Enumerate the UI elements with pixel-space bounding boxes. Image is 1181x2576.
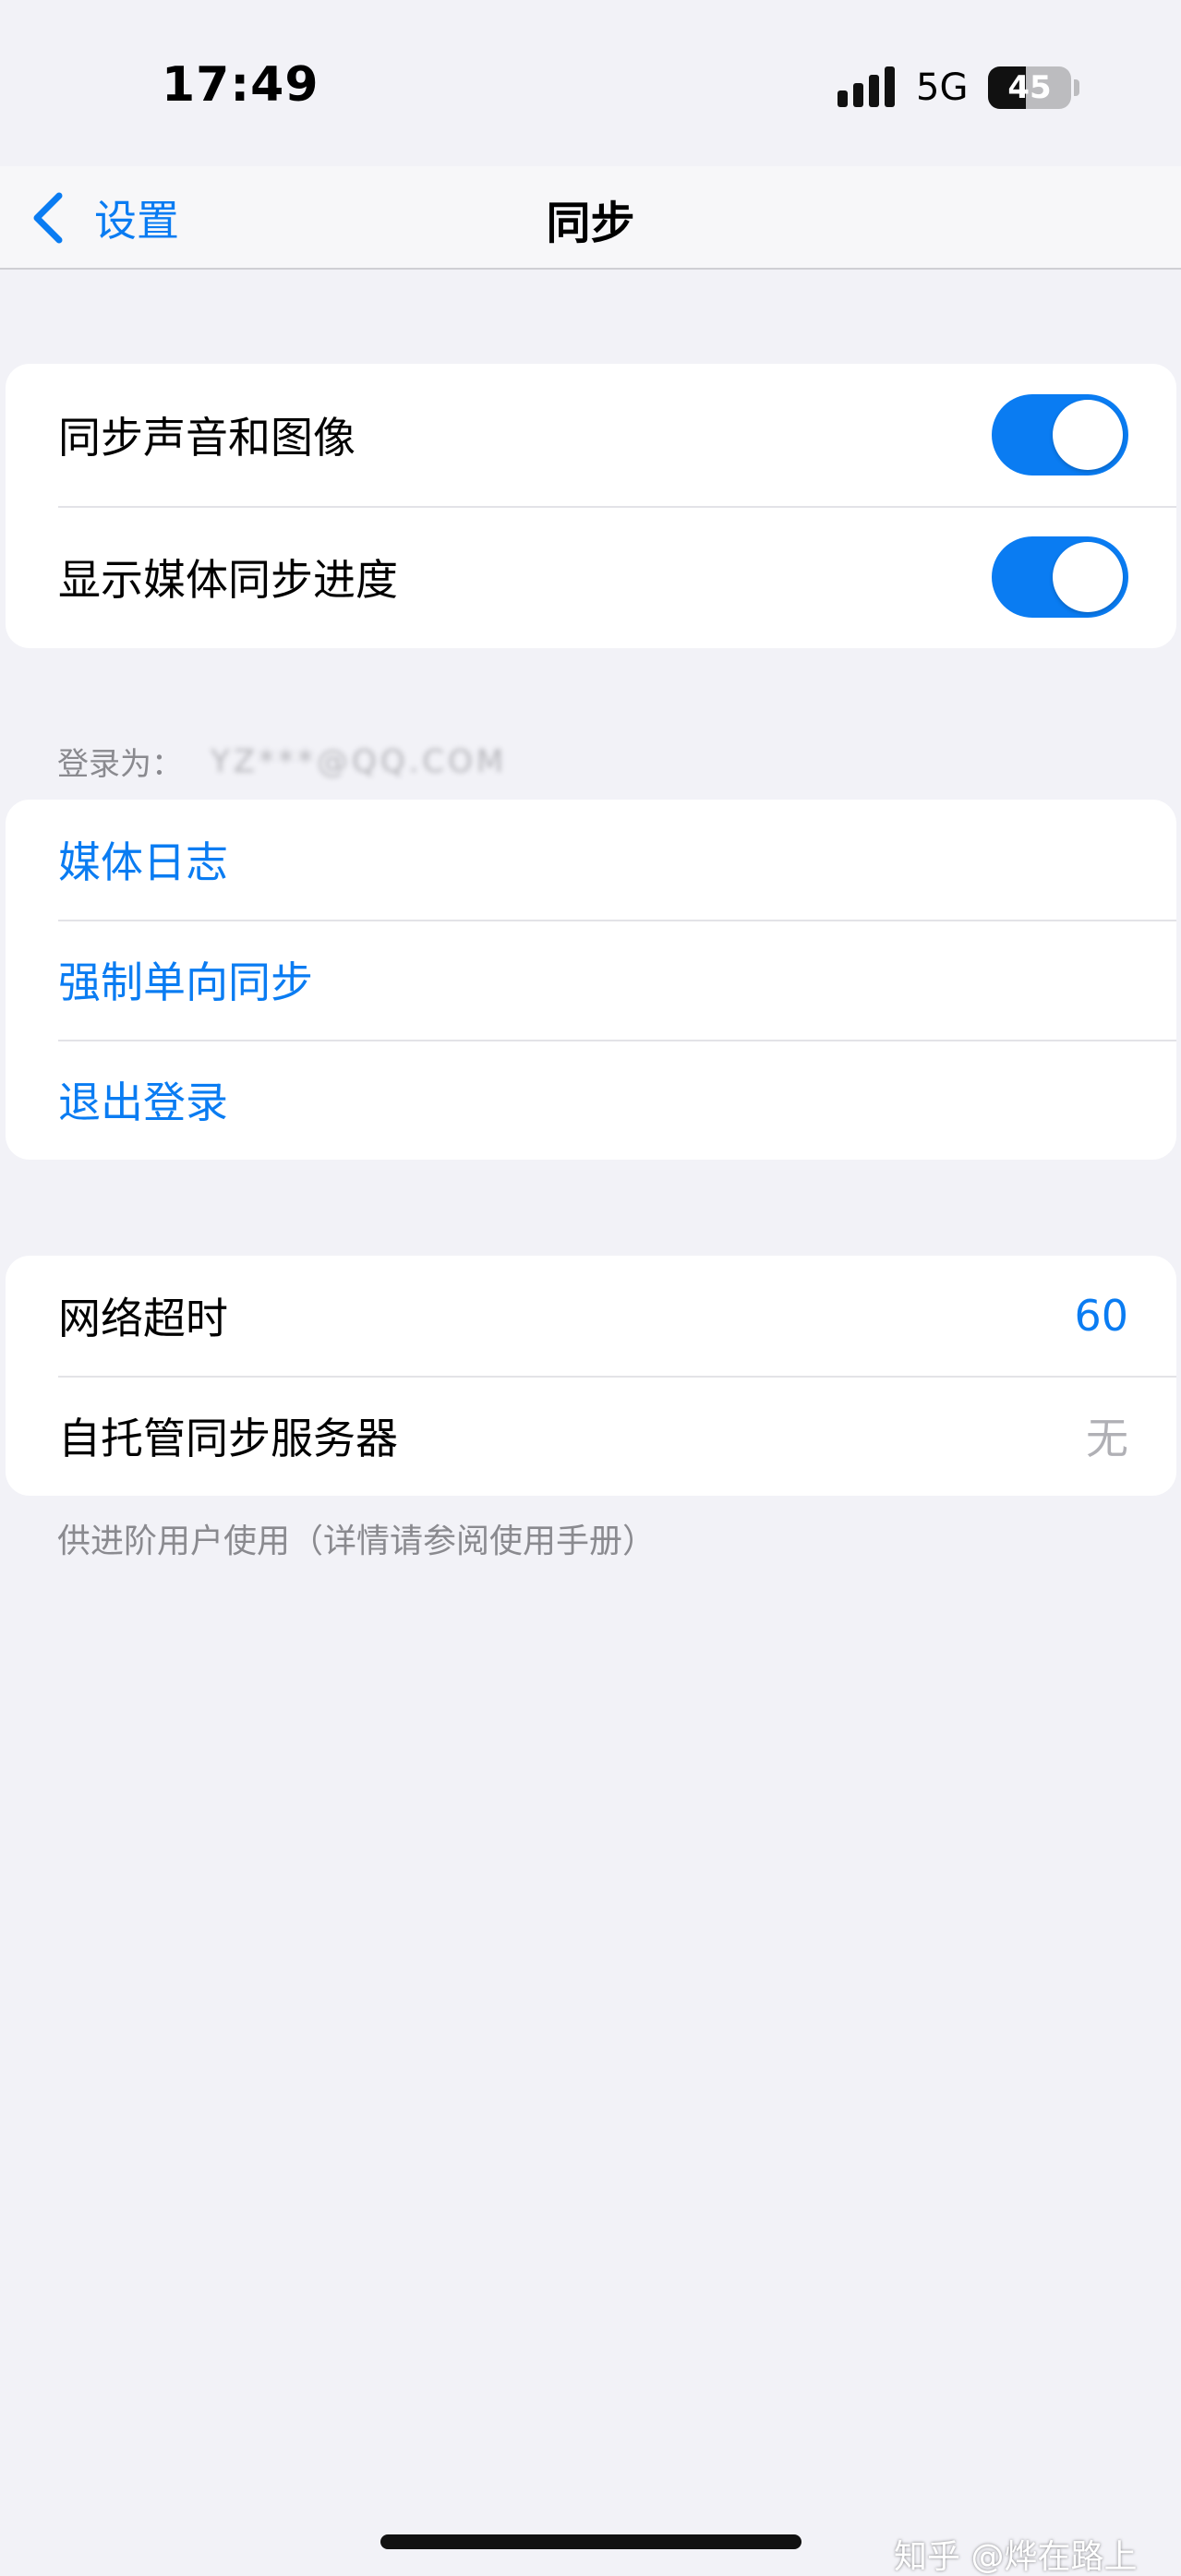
- status-time: 17:49: [162, 57, 319, 113]
- show-media-sync-progress-row: 显示媒体同步进度: [6, 506, 1176, 648]
- network-section-footer: 供进阶用户使用（详情请参阅使用手册）: [57, 1523, 657, 1560]
- show-media-sync-progress-toggle[interactable]: [992, 536, 1128, 618]
- network-timeout-row[interactable]: 网络超时 60: [6, 1256, 1176, 1376]
- log-out-link[interactable]: 退出登录: [58, 1069, 1128, 1130]
- network-settings-group: 网络超时 60 自托管同步服务器 无: [6, 1256, 1176, 1496]
- self-hosted-sync-server-value[interactable]: 无: [1086, 1405, 1128, 1466]
- toggle-knob: [1053, 400, 1123, 470]
- toggle-knob: [1053, 542, 1123, 612]
- sync-settings-group: 同步声音和图像 显示媒体同步进度: [6, 364, 1176, 648]
- logged-in-as-label: 登录为：: [57, 746, 183, 783]
- media-log-link[interactable]: 媒体日志: [58, 829, 1128, 890]
- show-media-sync-progress-label: 显示媒体同步进度: [58, 555, 398, 605]
- network-timeout-value[interactable]: 60: [1074, 1291, 1128, 1341]
- cellular-signal-icon: [838, 66, 895, 107]
- page-title: 同步: [546, 198, 635, 249]
- force-one-way-sync-link[interactable]: 强制单向同步: [58, 949, 1128, 1010]
- self-hosted-sync-server-row[interactable]: 自托管同步服务器 无: [6, 1376, 1176, 1496]
- sync-sounds-images-label: 同步声音和图像: [58, 413, 356, 463]
- battery-icon: 45: [988, 66, 1071, 109]
- navigation-bar: 设置 同步: [0, 166, 1181, 270]
- media-log-row[interactable]: 媒体日志: [6, 800, 1176, 920]
- watermark: 知乎 @烨在路上: [894, 2538, 1138, 2576]
- network-timeout-label: 网络超时: [58, 1294, 228, 1343]
- account-section-header: 登录为： YZ***@QQ.COM: [57, 739, 507, 784]
- account-id: YZ***@QQ.COM: [211, 742, 508, 780]
- battery-cap: [1074, 79, 1079, 96]
- account-actions-group: 媒体日志 强制单向同步 退出登录: [6, 800, 1176, 1160]
- sync-sounds-images-row: 同步声音和图像: [6, 364, 1176, 506]
- network-type: 5G: [916, 66, 969, 109]
- force-one-way-sync-row[interactable]: 强制单向同步: [6, 920, 1176, 1040]
- log-out-row[interactable]: 退出登录: [6, 1040, 1176, 1160]
- home-indicator[interactable]: [380, 2534, 801, 2549]
- battery-level: 45: [1007, 69, 1052, 106]
- self-hosted-sync-server-label: 自托管同步服务器: [58, 1414, 398, 1463]
- sync-sounds-images-toggle[interactable]: [992, 394, 1128, 475]
- status-bar: 17:49 5G 45: [0, 0, 1181, 166]
